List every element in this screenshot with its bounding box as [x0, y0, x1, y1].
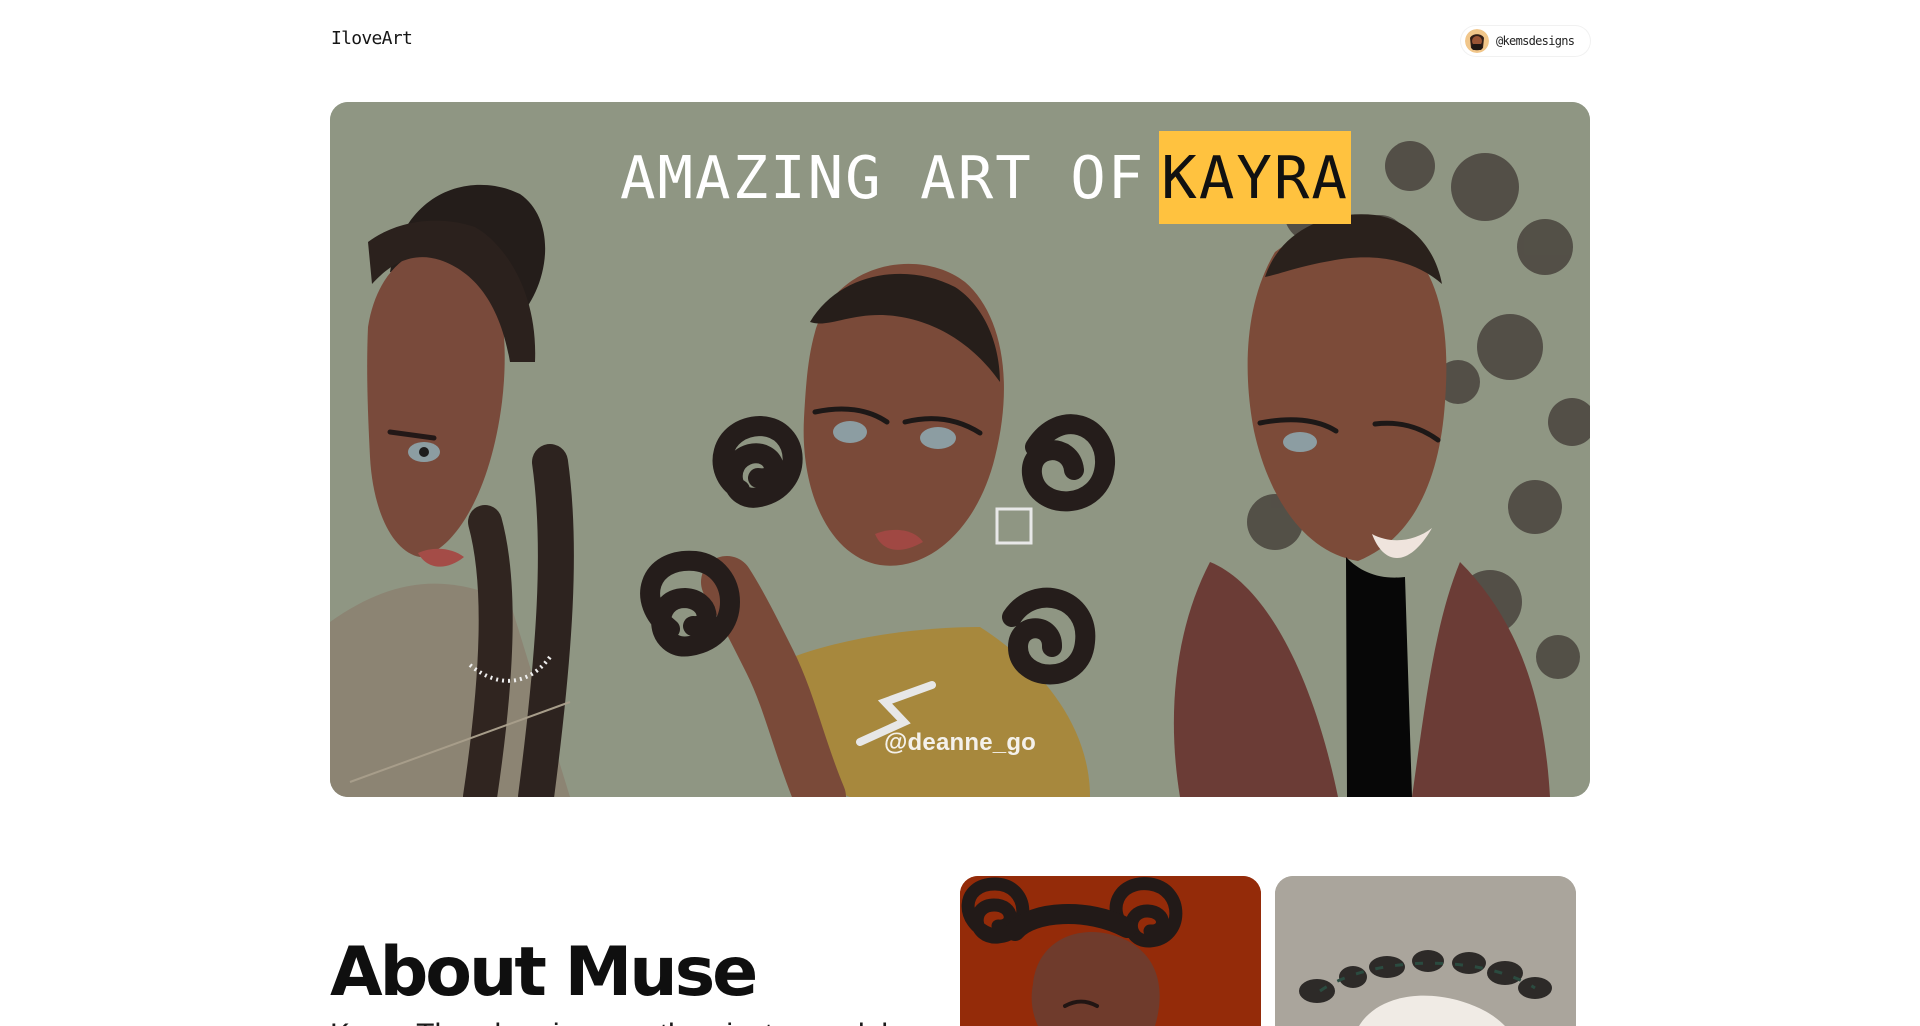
artist-credit[interactable]: @deanne_go	[330, 729, 1590, 757]
top-navigation: IloveArt @kemsdesigns	[331, 24, 1590, 60]
page: IloveArt @kemsdesigns AMAZING ART OF KAY…	[0, 0, 1920, 1026]
about-intro: Kayra Theodore is more than just a model…	[330, 1016, 896, 1026]
profile-chip[interactable]: @kemsdesigns	[1461, 26, 1590, 56]
portrait-avatar-icon	[1465, 29, 1489, 53]
hero-title-highlight: Kayra	[1159, 131, 1351, 224]
gallery-card-gray-portrait[interactable]	[1275, 876, 1576, 1026]
hero-banner: Amazing art of Kayra @deanne_go	[330, 102, 1590, 797]
gallery-card-red-portrait[interactable]	[960, 876, 1261, 1026]
red-portrait-artwork	[960, 876, 1261, 1026]
hero-title: Amazing art of Kayra	[620, 131, 1351, 224]
profile-handle: @kemsdesigns	[1496, 34, 1575, 48]
hero-title-prefix: Amazing art of	[620, 143, 1146, 212]
gray-portrait-artwork	[1275, 876, 1576, 1026]
site-logo[interactable]: IloveArt	[331, 28, 413, 49]
about-title: About Muse	[330, 932, 758, 1012]
